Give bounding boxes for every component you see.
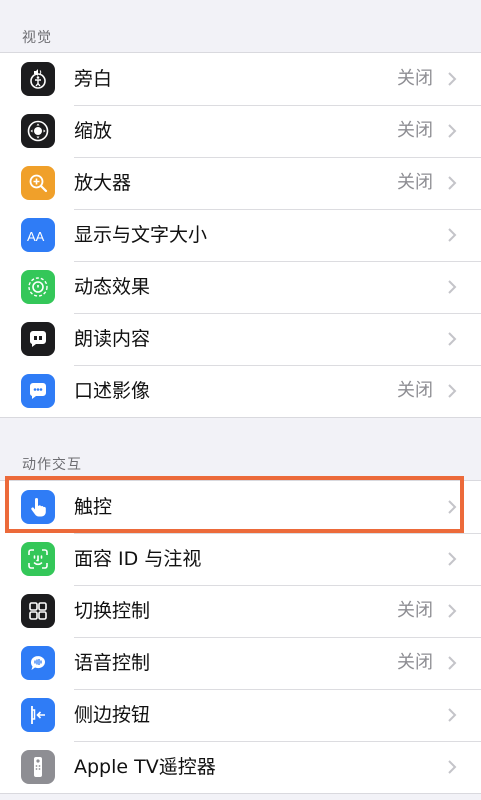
row-switch-control[interactable]: 切换控制 关闭 — [0, 585, 481, 637]
row-side-button[interactable]: 侧边按钮 — [0, 689, 481, 741]
row-face-id-attention[interactable]: 面容 ID 与注视 — [0, 533, 481, 585]
row-value: 关闭 — [397, 120, 433, 141]
row-label: 切换控制 — [74, 600, 151, 622]
row-label: 旁白 — [74, 68, 113, 90]
row-apple-tv-remote[interactable]: Apple TV遥控器 — [0, 741, 481, 793]
vision-group: 旁白 关闭 缩放 关闭 放大器 关闭 AA 显示与文字大小 动态效果 朗读内容 … — [0, 52, 481, 418]
row-touch[interactable]: 触控 — [0, 481, 481, 533]
row-label: 语音控制 — [74, 652, 151, 674]
section-header-interaction: 动作交互 — [22, 457, 82, 473]
chevron-right-icon — [447, 53, 457, 105]
accessibility-settings-page: 视觉 旁白 关闭 缩放 关闭 放大器 关闭 AA 显示与文字大小 动态效果 朗读… — [0, 0, 481, 800]
row-label: 缩放 — [74, 120, 113, 142]
side-button-icon — [21, 698, 55, 732]
row-label: Apple TV遥控器 — [74, 756, 216, 778]
chevron-right-icon — [447, 533, 457, 585]
row-label: 朗读内容 — [74, 328, 151, 350]
row-label: 面容 ID 与注视 — [74, 548, 202, 570]
chevron-right-icon — [447, 157, 457, 209]
voiceover-icon — [21, 62, 55, 96]
audio-description-icon — [21, 374, 55, 408]
interaction-group: 触控 面容 ID 与注视 切换控制 关闭 语音控制 关闭 侧边按钮 Apple … — [0, 480, 481, 794]
row-label: 触控 — [74, 496, 113, 518]
section-header-vision: 视觉 — [22, 30, 52, 46]
row-zoom[interactable]: 缩放 关闭 — [0, 105, 481, 157]
face-id-icon — [21, 542, 55, 576]
row-motion[interactable]: 动态效果 — [0, 261, 481, 313]
voice-control-icon — [21, 646, 55, 680]
row-value: 关闭 — [397, 652, 433, 673]
row-value: 关闭 — [397, 380, 433, 401]
row-label: 侧边按钮 — [74, 704, 151, 726]
magnifier-icon — [21, 166, 55, 200]
chevron-right-icon — [447, 689, 457, 741]
chevron-right-icon — [447, 261, 457, 313]
svg-text:AA: AA — [27, 229, 45, 244]
touch-hand-icon — [21, 490, 55, 524]
row-label: 动态效果 — [74, 276, 151, 298]
tv-remote-icon — [21, 750, 55, 784]
row-value: 关闭 — [397, 172, 433, 193]
switch-control-icon — [21, 594, 55, 628]
row-audio-description[interactable]: 口述影像 关闭 — [0, 365, 481, 417]
text-size-icon: AA — [21, 218, 55, 252]
chevron-right-icon — [447, 105, 457, 157]
row-value: 关闭 — [397, 68, 433, 89]
chevron-right-icon — [447, 741, 457, 793]
zoom-icon — [21, 114, 55, 148]
row-magnifier[interactable]: 放大器 关闭 — [0, 157, 481, 209]
row-label: 放大器 — [74, 172, 132, 194]
chevron-right-icon — [447, 637, 457, 689]
row-label: 口述影像 — [74, 380, 151, 402]
chevron-right-icon — [447, 585, 457, 637]
row-voice-control[interactable]: 语音控制 关闭 — [0, 637, 481, 689]
speech-bubble-icon — [21, 322, 55, 356]
chevron-right-icon — [447, 365, 457, 417]
row-value: 关闭 — [397, 600, 433, 621]
chevron-right-icon — [447, 313, 457, 365]
row-display-text-size[interactable]: AA 显示与文字大小 — [0, 209, 481, 261]
row-voiceover[interactable]: 旁白 关闭 — [0, 53, 481, 105]
chevron-right-icon — [447, 481, 457, 533]
chevron-right-icon — [447, 209, 457, 261]
row-spoken-content[interactable]: 朗读内容 — [0, 313, 481, 365]
row-label: 显示与文字大小 — [74, 224, 208, 246]
motion-icon — [21, 270, 55, 304]
